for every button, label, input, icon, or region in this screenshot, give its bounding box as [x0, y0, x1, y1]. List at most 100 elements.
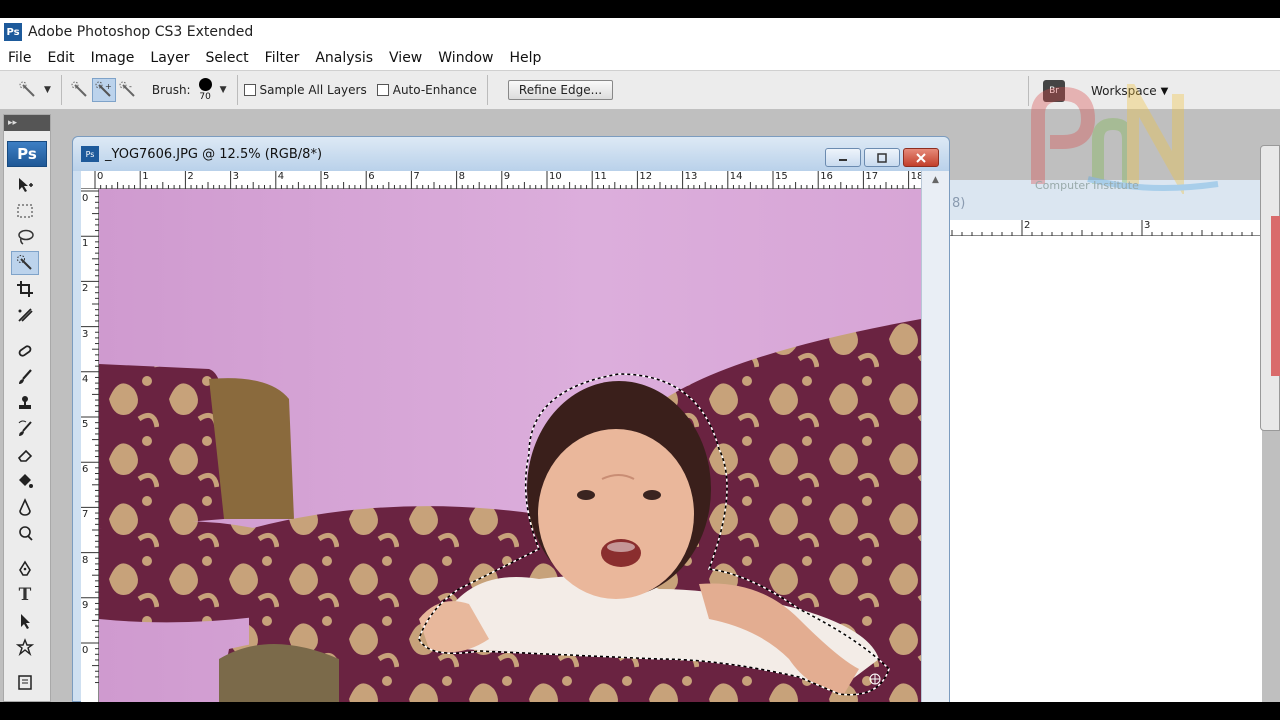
svg-text:-: -: [129, 82, 132, 91]
healing-brush-tool-icon[interactable]: [11, 339, 39, 363]
ruler-label: 3: [1144, 220, 1151, 231]
brush-picker[interactable]: 70: [198, 78, 212, 102]
menu-analysis[interactable]: Analysis: [307, 50, 381, 66]
ruler-label: 0: [97, 171, 104, 182]
menu-layer[interactable]: Layer: [142, 50, 197, 66]
ruler-label: 9: [82, 599, 89, 611]
blur-tool-icon[interactable]: [11, 495, 39, 519]
ruler-label: 4: [277, 171, 285, 182]
brush-label: Brush:: [151, 83, 191, 97]
options-separator: [60, 75, 62, 105]
move-tool-icon[interactable]: [11, 173, 39, 197]
toolbox-collapse-icon[interactable]: ▸▸: [4, 115, 50, 131]
child-left-eye: [577, 490, 595, 500]
path-selection-tool-icon[interactable]: [11, 609, 39, 633]
lasso-tool-icon[interactable]: [11, 225, 39, 249]
crop-tool-icon[interactable]: [11, 277, 39, 301]
paint-bucket-tool-icon[interactable]: [11, 469, 39, 493]
auto-enhance-label: Auto-Enhance: [392, 83, 477, 97]
ruler-label: 3: [232, 171, 239, 182]
menu-window[interactable]: Window: [430, 50, 501, 66]
menu-filter[interactable]: Filter: [257, 50, 308, 66]
marquee-tool-icon[interactable]: [11, 199, 39, 223]
foreground-cushion: [219, 644, 339, 703]
clone-stamp-tool-icon[interactable]: [11, 391, 39, 415]
auto-enhance-checkbox[interactable]: [376, 84, 389, 96]
ruler-label: 9: [503, 171, 511, 182]
panel-thumbnail-strip: [1271, 216, 1280, 376]
brush-dropdown-icon[interactable]: ▼: [220, 85, 227, 95]
document-window[interactable]: Ps _YOG7606.JPG @ 12.5% (RGB/8*) 0123456…: [72, 136, 950, 703]
add-to-selection-icon[interactable]: +: [91, 78, 116, 102]
options-separator: [236, 75, 238, 105]
ruler-label: 4: [82, 373, 89, 385]
shape-tool-icon[interactable]: [11, 635, 39, 659]
scroll-up-icon[interactable]: ▲: [922, 175, 949, 185]
tools-panel: ▸▸ Ps T: [3, 114, 51, 702]
history-brush-tool-icon[interactable]: [11, 417, 39, 441]
tool-preset-picker-icon[interactable]: [16, 78, 40, 102]
menu-help[interactable]: Help: [501, 50, 549, 66]
ruler-label: 2: [187, 171, 194, 182]
subtract-from-selection-icon[interactable]: -: [116, 78, 140, 102]
tool-preset-dropdown-icon[interactable]: ▼: [44, 85, 51, 95]
ruler-label: 7: [82, 509, 89, 521]
document-titlebar[interactable]: Ps _YOG7606.JPG @ 12.5% (RGB/8*): [73, 137, 949, 171]
ruler-label: 17: [865, 171, 879, 182]
sample-all-layers-option[interactable]: Sample All Layers: [243, 83, 367, 97]
second-document-window[interactable]: 8) 2 3: [948, 180, 1262, 702]
eraser-tool-icon[interactable]: [11, 443, 39, 467]
refine-edge-button[interactable]: Refine Edge...: [507, 80, 614, 100]
menu-image[interactable]: Image: [83, 50, 143, 66]
menu-edit[interactable]: Edit: [39, 50, 82, 66]
type-tool-icon[interactable]: T: [11, 583, 39, 607]
ruler-label: 14: [729, 171, 743, 182]
ruler-label: 8: [82, 554, 89, 566]
document-title: _YOG7606.JPG @ 12.5% (RGB/8*): [105, 146, 323, 162]
ruler-label: 0: [82, 193, 89, 204]
image-canvas[interactable]: [99, 189, 921, 703]
toolbox-ps-logo[interactable]: Ps: [7, 141, 47, 167]
ruler-label: 6: [368, 171, 375, 182]
left-cushion: [99, 521, 309, 623]
quick-select-cursor: [869, 673, 881, 685]
minimize-button[interactable]: [825, 148, 861, 167]
institute-watermark-logo: [1031, 84, 1219, 194]
ruler-label: 5: [323, 171, 330, 182]
pen-tool-icon[interactable]: [11, 557, 39, 581]
vertical-scrollbar[interactable]: ▲: [921, 171, 949, 703]
maximize-button[interactable]: [864, 148, 900, 167]
brush-tip-icon: [198, 78, 212, 91]
ruler-label: 1: [82, 238, 89, 250]
ruler-label: 15: [775, 171, 788, 182]
slice-tool-icon[interactable]: [11, 303, 39, 327]
ruler-label: 6: [82, 464, 89, 476]
menu-view[interactable]: View: [381, 50, 430, 66]
collapsed-panel-edge[interactable]: [1260, 145, 1280, 431]
left-chair: [99, 364, 224, 529]
sample-all-layers-checkbox[interactable]: [243, 84, 256, 96]
ruler-label: 13: [684, 171, 698, 182]
close-button[interactable]: [903, 148, 939, 167]
ruler-label: 2: [82, 283, 89, 295]
document-ps-icon: Ps: [81, 146, 99, 162]
photo-content: [99, 189, 921, 703]
app-title: Adobe Photoshop CS3 Extended: [28, 24, 254, 40]
svg-text:+: +: [105, 82, 112, 91]
maximize-icon: [877, 152, 887, 163]
menu-select[interactable]: Select: [197, 50, 256, 66]
ruler-label: 10: [549, 171, 562, 182]
notes-tool-icon[interactable]: [11, 671, 39, 695]
ruler-label: 12: [639, 171, 653, 182]
photoshop-logo-icon: Ps: [4, 23, 22, 41]
brush-tool-icon[interactable]: [11, 365, 39, 389]
ruler-label: 5: [82, 419, 89, 430]
brush-size: 70: [199, 92, 211, 102]
quick-selection-tool-icon[interactable]: [11, 251, 39, 275]
new-selection-quick-select-icon[interactable]: [68, 78, 92, 102]
menu-file[interactable]: File: [0, 50, 39, 66]
ruler-label: 11: [594, 171, 607, 182]
close-icon: [916, 152, 926, 163]
auto-enhance-option[interactable]: Auto-Enhance: [376, 83, 477, 97]
dodge-tool-icon[interactable]: [11, 521, 39, 545]
